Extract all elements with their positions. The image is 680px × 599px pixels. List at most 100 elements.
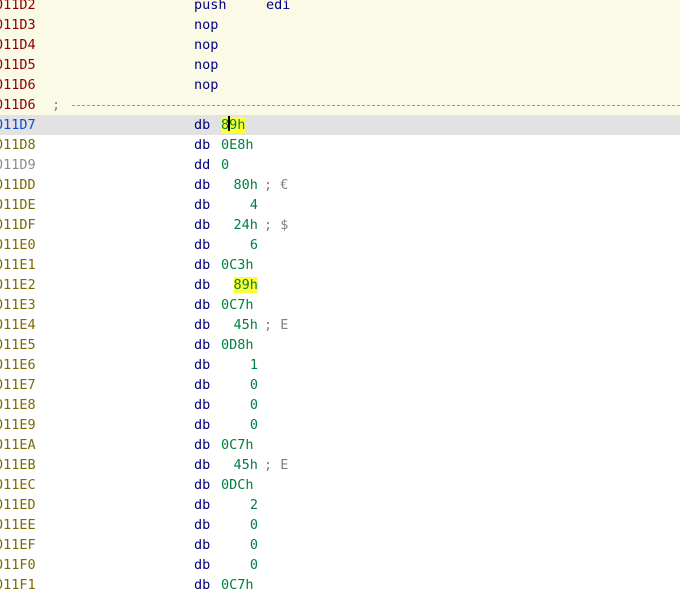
- listing-row[interactable]: 011E5 db 0D8h: [0, 335, 680, 355]
- listing-row[interactable]: 011E1 db 0C3h: [0, 255, 680, 275]
- operand[interactable]: 80h: [234, 175, 258, 195]
- listing-row[interactable]: 011EF db 0: [0, 535, 680, 555]
- listing-row[interactable]: 011D8 db 0E8h: [0, 135, 680, 155]
- listing-row[interactable]: 011E8 db 0: [0, 395, 680, 415]
- mnemonic[interactable]: db: [194, 395, 210, 415]
- address-label: 011E3: [0, 297, 36, 313]
- operand[interactable]: 0C7h: [221, 295, 254, 315]
- listing-row[interactable]: 011D9 dd 0: [0, 155, 680, 175]
- mnemonic[interactable]: nop: [194, 15, 218, 35]
- listing-row[interactable]: 011D2 push edi: [0, 0, 680, 15]
- listing-row[interactable]: 011D6 nop: [0, 75, 680, 95]
- mnemonic[interactable]: db: [194, 375, 210, 395]
- operand[interactable]: 45h: [234, 455, 258, 475]
- comment: ; $: [264, 217, 289, 233]
- listing-row[interactable]: 011DD db 80h ; €: [0, 175, 680, 195]
- mnemonic[interactable]: db: [194, 435, 210, 455]
- mnemonic[interactable]: db: [194, 575, 210, 595]
- listing-row[interactable]: 011E6 db 1: [0, 355, 680, 375]
- disassembly-view[interactable]: 011D2pushedi011D3nop011D4nop011D5nop011D…: [0, 0, 680, 599]
- mnemonic[interactable]: db: [194, 215, 210, 235]
- address-label: 011E0: [0, 237, 36, 253]
- listing-row[interactable]: 011DE db 4: [0, 195, 680, 215]
- separator-line[interactable]: 011D6;: [0, 95, 680, 115]
- listing-row[interactable]: 011EC db 0DCh: [0, 475, 680, 495]
- mnemonic[interactable]: nop: [194, 75, 218, 95]
- operand[interactable]: 1: [250, 355, 258, 375]
- listing-row[interactable]: 011F1 db 0C7h: [0, 575, 680, 595]
- listing-row[interactable]: 011D4 nop: [0, 35, 680, 55]
- comment: ; E: [264, 317, 289, 333]
- operand[interactable]: 0: [250, 375, 258, 395]
- mnemonic[interactable]: db: [194, 515, 210, 535]
- address-label: 011F1: [0, 577, 36, 593]
- address-label: 011D8: [0, 137, 36, 153]
- operand[interactable]: 45h: [234, 315, 258, 335]
- mnemonic[interactable]: db: [194, 475, 210, 495]
- mnemonic[interactable]: db: [194, 175, 210, 195]
- operand[interactable]: 6: [250, 235, 258, 255]
- operand[interactable]: 0E8h: [221, 135, 254, 155]
- mnemonic[interactable]: db: [194, 555, 210, 575]
- listing-row[interactable]: 011E3 db 0C7h: [0, 295, 680, 315]
- listing-row[interactable]: 011E0 db 6: [0, 235, 680, 255]
- operand[interactable]: 89h: [221, 115, 246, 135]
- mnemonic[interactable]: db: [194, 295, 210, 315]
- operand[interactable]: 24h: [234, 215, 258, 235]
- mnemonic[interactable]: db: [194, 275, 210, 295]
- listing-row[interactable]: db: [0, 595, 680, 599]
- operand[interactable]: 4: [250, 195, 258, 215]
- mnemonic[interactable]: db: [194, 415, 210, 435]
- operand[interactable]: 89h: [233, 275, 258, 295]
- listing-row[interactable]: 011F0 db 0: [0, 555, 680, 575]
- mnemonic[interactable]: db: [194, 235, 210, 255]
- address-label: 011EB: [0, 457, 36, 473]
- operand[interactable]: 0DCh: [221, 475, 254, 495]
- operand[interactable]: 0C7h: [221, 575, 254, 595]
- address-label: 011D9: [0, 157, 36, 173]
- operand[interactable]: 0C7h: [221, 435, 254, 455]
- operand[interactable]: 0: [250, 395, 258, 415]
- listing-row[interactable]: 011DF db 24h ; $: [0, 215, 680, 235]
- operand[interactable]: 0: [250, 535, 258, 555]
- operand[interactable]: 0: [250, 515, 258, 535]
- address-label: 011E4: [0, 317, 36, 333]
- mnemonic[interactable]: db: [194, 255, 210, 275]
- operand[interactable]: 0D8h: [221, 335, 254, 355]
- mnemonic[interactable]: db: [194, 135, 210, 155]
- listing-row[interactable]: 011ED db 2: [0, 495, 680, 515]
- mnemonic[interactable]: push: [194, 0, 227, 15]
- mnemonic[interactable]: nop: [194, 35, 218, 55]
- listing-row[interactable]: 011E7 db 0: [0, 375, 680, 395]
- listing-row[interactable]: 011D3 nop: [0, 15, 680, 35]
- listing-row[interactable]: 011E4 db 45h ; E: [0, 315, 680, 335]
- listing-row[interactable]: 011E9 db 0: [0, 415, 680, 435]
- listing-row[interactable]: 011EE db 0: [0, 515, 680, 535]
- listing-row[interactable]: 011EB db 45h ; E: [0, 455, 680, 475]
- mnemonic[interactable]: dd: [194, 155, 210, 175]
- mnemonic[interactable]: db: [194, 355, 210, 375]
- address-label: 011E6: [0, 357, 36, 373]
- operand[interactable]: 0: [250, 555, 258, 575]
- listing-row[interactable]: 011D5 nop: [0, 55, 680, 75]
- operand[interactable]: 0: [221, 155, 229, 175]
- listing-row[interactable]: 011EA db 0C7h: [0, 435, 680, 455]
- listing-row[interactable]: 011E2 db 89h: [0, 275, 680, 295]
- mnemonic[interactable]: db: [194, 495, 210, 515]
- mnemonic[interactable]: db: [194, 455, 210, 475]
- operand[interactable]: edi: [266, 0, 290, 15]
- comment: ; E: [264, 457, 289, 473]
- mnemonic[interactable]: db: [194, 315, 210, 335]
- mnemonic[interactable]: db: [194, 595, 210, 599]
- address-label: 011D5: [0, 57, 36, 73]
- mnemonic[interactable]: db: [194, 535, 210, 555]
- mnemonic[interactable]: db: [194, 335, 210, 355]
- mnemonic[interactable]: db: [194, 195, 210, 215]
- operand[interactable]: 0: [250, 415, 258, 435]
- listing-row[interactable]: 011D7 db 89h: [0, 115, 680, 135]
- mnemonic[interactable]: nop: [194, 55, 218, 75]
- address-label: 011EE: [0, 517, 36, 533]
- operand[interactable]: 0C3h: [221, 255, 254, 275]
- mnemonic[interactable]: db: [194, 115, 210, 135]
- operand[interactable]: 2: [250, 495, 258, 515]
